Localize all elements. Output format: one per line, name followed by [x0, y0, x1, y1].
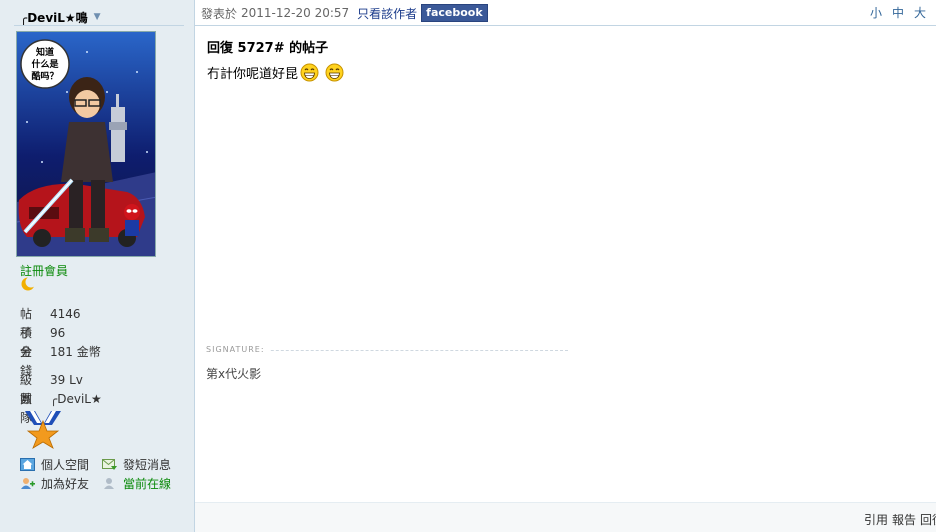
stat-label: 團隊 — [20, 392, 33, 425]
post-date-prefix: 發表於 — [201, 6, 238, 21]
add-friend-link[interactable]: 加為好友 — [20, 475, 100, 492]
signature-text: 第x代火影 — [206, 367, 262, 381]
font-size-large[interactable]: 大 — [914, 4, 926, 21]
user-stats: 帖子 4146 積分 96 金錢 181 金幣 — [20, 305, 101, 378]
quote-link[interactable]: 引用 — [864, 511, 888, 528]
message-icon — [102, 459, 117, 470]
stat-team: 團隊 ╭DeviL★ — [20, 390, 102, 425]
reply-link[interactable]: 回復 — [920, 511, 936, 528]
post-info-bar: 發表於 2011-12-20 20:57 只看該作者 facebook 小 中 … — [195, 0, 936, 26]
post-actions: 引用 報告 回復 — [864, 511, 936, 528]
speech-line-2: 什么是 — [31, 58, 59, 70]
avatar[interactable]: 知道 什么是 酷吗？ — [16, 31, 156, 257]
author-sidebar: ╭DeviL★鳴 ▼ 知道 什么是 酷吗？ 註冊會員 帖子 4146 積分 96… — [0, 0, 195, 532]
avatar-image: 知道 什么是 酷吗？ — [17, 32, 155, 256]
report-link[interactable]: 報告 — [892, 511, 916, 528]
stat-label: 級數 — [20, 373, 33, 406]
home-icon — [20, 458, 35, 471]
send-pm-label: 發短消息 — [123, 458, 172, 472]
stat-value: 96 — [50, 326, 66, 340]
online-status: 當前在線 — [102, 475, 182, 492]
add-friend-icon — [21, 478, 35, 489]
stat-value: 39 Lv — [50, 373, 83, 387]
medal-icon[interactable] — [22, 411, 64, 449]
post-body: 冇計你呢道好昆 — [207, 63, 344, 82]
add-friend-label: 加為好友 — [41, 477, 90, 491]
post-meta: 發表於 2011-12-20 20:57 只看該作者 facebook — [201, 4, 488, 22]
personal-space-label: 個人空間 — [41, 458, 90, 472]
personal-space-link[interactable]: 個人空間 — [20, 456, 100, 473]
stat-label: 積分 — [20, 326, 33, 359]
stat-value: 181 金幣 — [50, 345, 101, 359]
action-row: 加為好友 當前在線 — [20, 474, 190, 493]
online-status-label: 當前在線 — [123, 477, 172, 491]
user-stats-extra: 級數 39 Lv 團隊 ╭DeviL★ — [20, 371, 102, 425]
post-datetime: 2011-12-20 20:57 — [241, 6, 350, 20]
font-size-controls: 小 中 大 — [870, 4, 926, 21]
user-online-icon — [104, 478, 114, 489]
grin-smiley-icon — [300, 63, 319, 82]
post-title: 回復 5727# 的帖子 — [207, 41, 329, 56]
divider — [14, 25, 184, 26]
post-body-text: 冇計你呢道好昆 — [207, 67, 299, 82]
stat-label: 金錢 — [20, 345, 33, 378]
font-size-medium[interactable]: 中 — [892, 4, 904, 21]
stat-value[interactable]: 4146 — [50, 305, 81, 324]
speech-line-3: 酷吗？ — [31, 70, 58, 82]
stat-label: 帖子 — [20, 307, 33, 340]
speech-line-1: 知道 — [35, 46, 54, 58]
stat-value[interactable]: ╭DeviL★ — [50, 390, 102, 409]
grin-smiley-icon — [325, 63, 344, 82]
send-pm-link[interactable]: 發短消息 — [102, 456, 182, 473]
user-actions: 個人空間 發短消息 加為好友 當前在線 — [20, 455, 190, 493]
username-link[interactable]: ╭DeviL★鳴 — [20, 9, 88, 26]
stat-level: 級數 39 Lv — [20, 371, 102, 406]
chevron-down-icon[interactable]: ▼ — [94, 12, 101, 22]
crescent-moon-icon — [21, 276, 36, 291]
action-row: 個人空間 發短消息 — [20, 455, 190, 474]
font-size-small[interactable]: 小 — [870, 4, 882, 21]
post-footer: 引用 報告 回復 — [195, 502, 936, 532]
signature-label: SIGNATURE: — [206, 345, 269, 354]
facebook-share-button[interactable]: facebook — [421, 4, 488, 22]
stat-posts: 帖子 4146 — [20, 305, 101, 340]
author-only-link[interactable]: 只看該作者 — [357, 5, 417, 22]
username-row[interactable]: ╭DeviL★鳴 ▼ — [20, 9, 101, 25]
stat-money: 金錢 181 金幣 — [20, 343, 101, 378]
stat-points: 積分 96 — [20, 324, 101, 359]
